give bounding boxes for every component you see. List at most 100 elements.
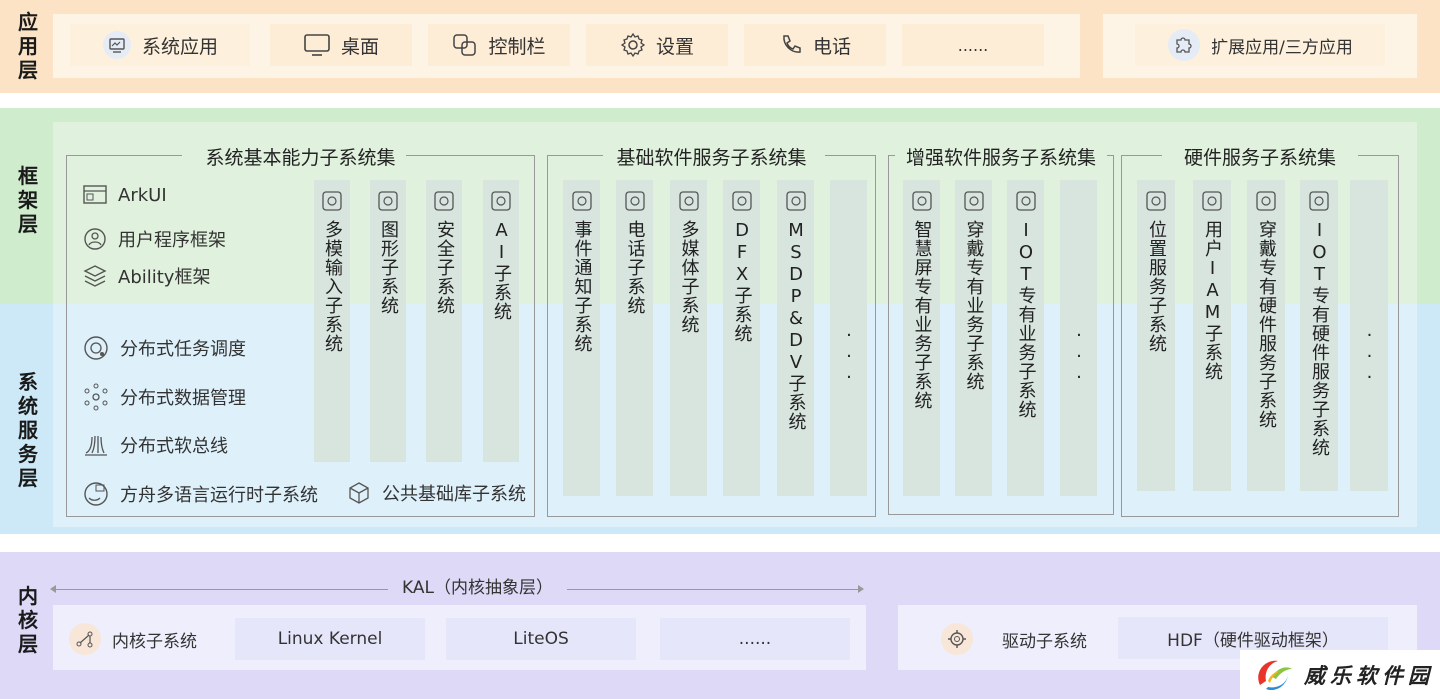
subsystem-column-label: 智慧屏专有业务子系统 bbox=[911, 220, 933, 410]
soft-bus-icon bbox=[82, 431, 110, 459]
subsystem-column-label: MSDP&DV子系统 bbox=[785, 220, 807, 431]
kernel-subsystem[interactable]: 内核子系统 bbox=[68, 622, 197, 656]
subsystem-column-hardware-2[interactable]: 穿戴专有硬件服务子系统 bbox=[1247, 180, 1285, 491]
control-bar-icon bbox=[452, 32, 478, 58]
subsystem-column-software-2[interactable]: 多媒体子系统 bbox=[670, 180, 707, 496]
subsystem-column-label: 电话子系统 bbox=[624, 220, 646, 315]
subsystem-column-label: IOT专有业务子系统 bbox=[1015, 220, 1037, 419]
kernel-layer-label: 内核层 bbox=[18, 584, 38, 656]
app-item-system-app[interactable]: 系统应用 bbox=[70, 24, 250, 66]
feature-soft-bus[interactable]: 分布式软总线 bbox=[82, 431, 228, 459]
subsystem-column-software-4[interactable]: MSDP&DV子系统 bbox=[777, 180, 814, 496]
app-item-label: 桌面 bbox=[340, 35, 379, 58]
feature-distributed-data[interactable]: 分布式数据管理 bbox=[82, 383, 246, 411]
feature-user-program[interactable]: 用户程序框架 bbox=[82, 226, 226, 252]
subsystem-column-basic-3[interactable]: AI子系统 bbox=[483, 180, 519, 462]
app-item-extension[interactable]: 扩展应用/三方应用 bbox=[1135, 24, 1385, 66]
app-item-settings[interactable]: 设置 bbox=[586, 24, 728, 66]
system-app-icon bbox=[102, 30, 132, 60]
subsystem-column-label: 图形子系统 bbox=[378, 220, 399, 315]
kernel-nodes-icon bbox=[68, 622, 102, 656]
group-basic-title: 系统基本能力子系统集 bbox=[205, 147, 396, 169]
feature-label: 公共基础库子系统 bbox=[382, 484, 526, 505]
subsystem-column-label: 多模输入子系统 bbox=[322, 220, 343, 353]
app-item-more: ...... bbox=[902, 24, 1044, 66]
subsystem-column-software-3[interactable]: DFX子系统 bbox=[723, 180, 760, 496]
arkui-icon bbox=[82, 183, 108, 207]
subsystem-column-label: ... bbox=[1068, 320, 1090, 383]
media-icon bbox=[678, 190, 700, 212]
subsystem-column-hardware-1[interactable]: 用户IAM子系统 bbox=[1193, 180, 1231, 491]
driver-subsystem[interactable]: 驱动子系统 bbox=[940, 622, 1087, 656]
subsystem-column-enhanced-2[interactable]: IOT专有业务子系统 bbox=[1007, 180, 1044, 496]
smart-screen-icon bbox=[911, 190, 933, 212]
group-software-title: 基础软件服务子系统集 bbox=[616, 147, 807, 169]
subsystem-column-software-5[interactable]: ... bbox=[830, 180, 867, 496]
ai-icon bbox=[490, 190, 512, 212]
app-item-label: 电话 bbox=[812, 35, 851, 58]
settings-gear-icon bbox=[620, 32, 646, 58]
subsystem-column-label: 安全子系统 bbox=[434, 220, 455, 315]
app-layer-label: 应用层 bbox=[18, 10, 38, 82]
phone-icon bbox=[779, 33, 803, 57]
subsystem-column-basic-1[interactable]: 图形子系统 bbox=[370, 180, 406, 462]
user-program-icon bbox=[82, 226, 108, 252]
group-enhanced-title: 增强软件服务子系统集 bbox=[905, 147, 1096, 169]
feature-arkui[interactable]: ArkUI bbox=[82, 183, 167, 207]
kernel-subsystem-label: 内核子系统 bbox=[112, 631, 197, 652]
app-item-label: 扩展应用/三方应用 bbox=[1211, 37, 1353, 58]
distributed-task-icon bbox=[82, 334, 110, 362]
key-icon bbox=[433, 190, 455, 212]
subsystem-column-label: 位置服务子系统 bbox=[1146, 220, 1167, 353]
watermark-text: 威乐软件园 bbox=[1304, 662, 1434, 688]
app-item-label: ...... bbox=[957, 35, 989, 55]
kernel-linux[interactable]: Linux Kernel bbox=[235, 618, 425, 660]
iot-icon bbox=[1015, 190, 1037, 212]
desktop-icon bbox=[303, 32, 331, 58]
app-item-label: 系统应用 bbox=[141, 35, 218, 58]
wearable-icon bbox=[963, 190, 985, 212]
feature-label: 分布式数据管理 bbox=[120, 388, 246, 409]
subsystem-column-label: AI子系统 bbox=[491, 220, 512, 321]
system-service-layer-label: 系统服务层 bbox=[18, 370, 38, 490]
app-item-label: 设置 bbox=[655, 35, 694, 58]
msdp-icon bbox=[785, 190, 807, 212]
distributed-data-icon bbox=[82, 383, 110, 411]
subsystem-column-enhanced-0[interactable]: 智慧屏专有业务子系统 bbox=[903, 180, 940, 496]
ability-layers-icon bbox=[82, 263, 108, 289]
feature-ability[interactable]: Ability框架 bbox=[82, 263, 210, 289]
telephony-icon bbox=[624, 190, 646, 212]
subsystem-column-label: DFX子系统 bbox=[731, 220, 753, 343]
app-item-control-bar[interactable]: 控制栏 bbox=[428, 24, 570, 66]
feature-label: Ability框架 bbox=[118, 267, 211, 288]
watermark-logo: 威乐软件园 bbox=[1240, 650, 1440, 699]
kernel-more: ...... bbox=[660, 618, 850, 660]
feature-ark-runtime[interactable]: 方舟多语言运行时子系统 bbox=[82, 480, 318, 508]
feature-distributed-task[interactable]: 分布式任务调度 bbox=[82, 334, 246, 362]
subsystem-column-label: 用户IAM子系统 bbox=[1202, 220, 1223, 381]
iot-hw-icon bbox=[1308, 190, 1330, 212]
kal-arrow-left bbox=[50, 585, 56, 593]
feature-common-lib[interactable]: 公共基础库子系统 bbox=[346, 480, 526, 506]
feature-label: 分布式软总线 bbox=[120, 436, 228, 457]
app-item-phone[interactable]: 电话 bbox=[744, 24, 886, 66]
subsystem-column-label: 多媒体子系统 bbox=[678, 220, 700, 334]
subsystem-column-enhanced-3[interactable]: ... bbox=[1060, 180, 1097, 496]
subsystem-column-label: IOT专有硬件服务子系统 bbox=[1309, 220, 1330, 457]
subsystem-column-label: 穿戴专有硬件服务子系统 bbox=[1256, 220, 1277, 429]
subsystem-column-basic-2[interactable]: 安全子系统 bbox=[426, 180, 462, 462]
subsystem-column-enhanced-1[interactable]: 穿戴专有业务子系统 bbox=[955, 180, 992, 496]
subsystem-column-basic-0[interactable]: 多模输入子系统 bbox=[314, 180, 350, 462]
kernel-liteos[interactable]: LiteOS bbox=[446, 618, 636, 660]
common-lib-icon bbox=[346, 480, 372, 506]
subsystem-column-software-0[interactable]: 事件通知子系统 bbox=[563, 180, 600, 496]
subsystem-column-hardware-0[interactable]: 位置服务子系统 bbox=[1137, 180, 1175, 491]
feature-label: 方舟多语言运行时子系统 bbox=[120, 485, 318, 506]
app-item-desktop[interactable]: 桌面 bbox=[270, 24, 412, 66]
subsystem-column-hardware-3[interactable]: IOT专有硬件服务子系统 bbox=[1300, 180, 1338, 491]
feature-label: 分布式任务调度 bbox=[120, 339, 246, 360]
iam-eye-icon bbox=[1201, 190, 1223, 212]
subsystem-column-hardware-4[interactable]: ... bbox=[1350, 180, 1388, 491]
subsystem-column-software-1[interactable]: 电话子系统 bbox=[616, 180, 653, 496]
kal-label: KAL（内核抽象层） bbox=[388, 573, 567, 598]
